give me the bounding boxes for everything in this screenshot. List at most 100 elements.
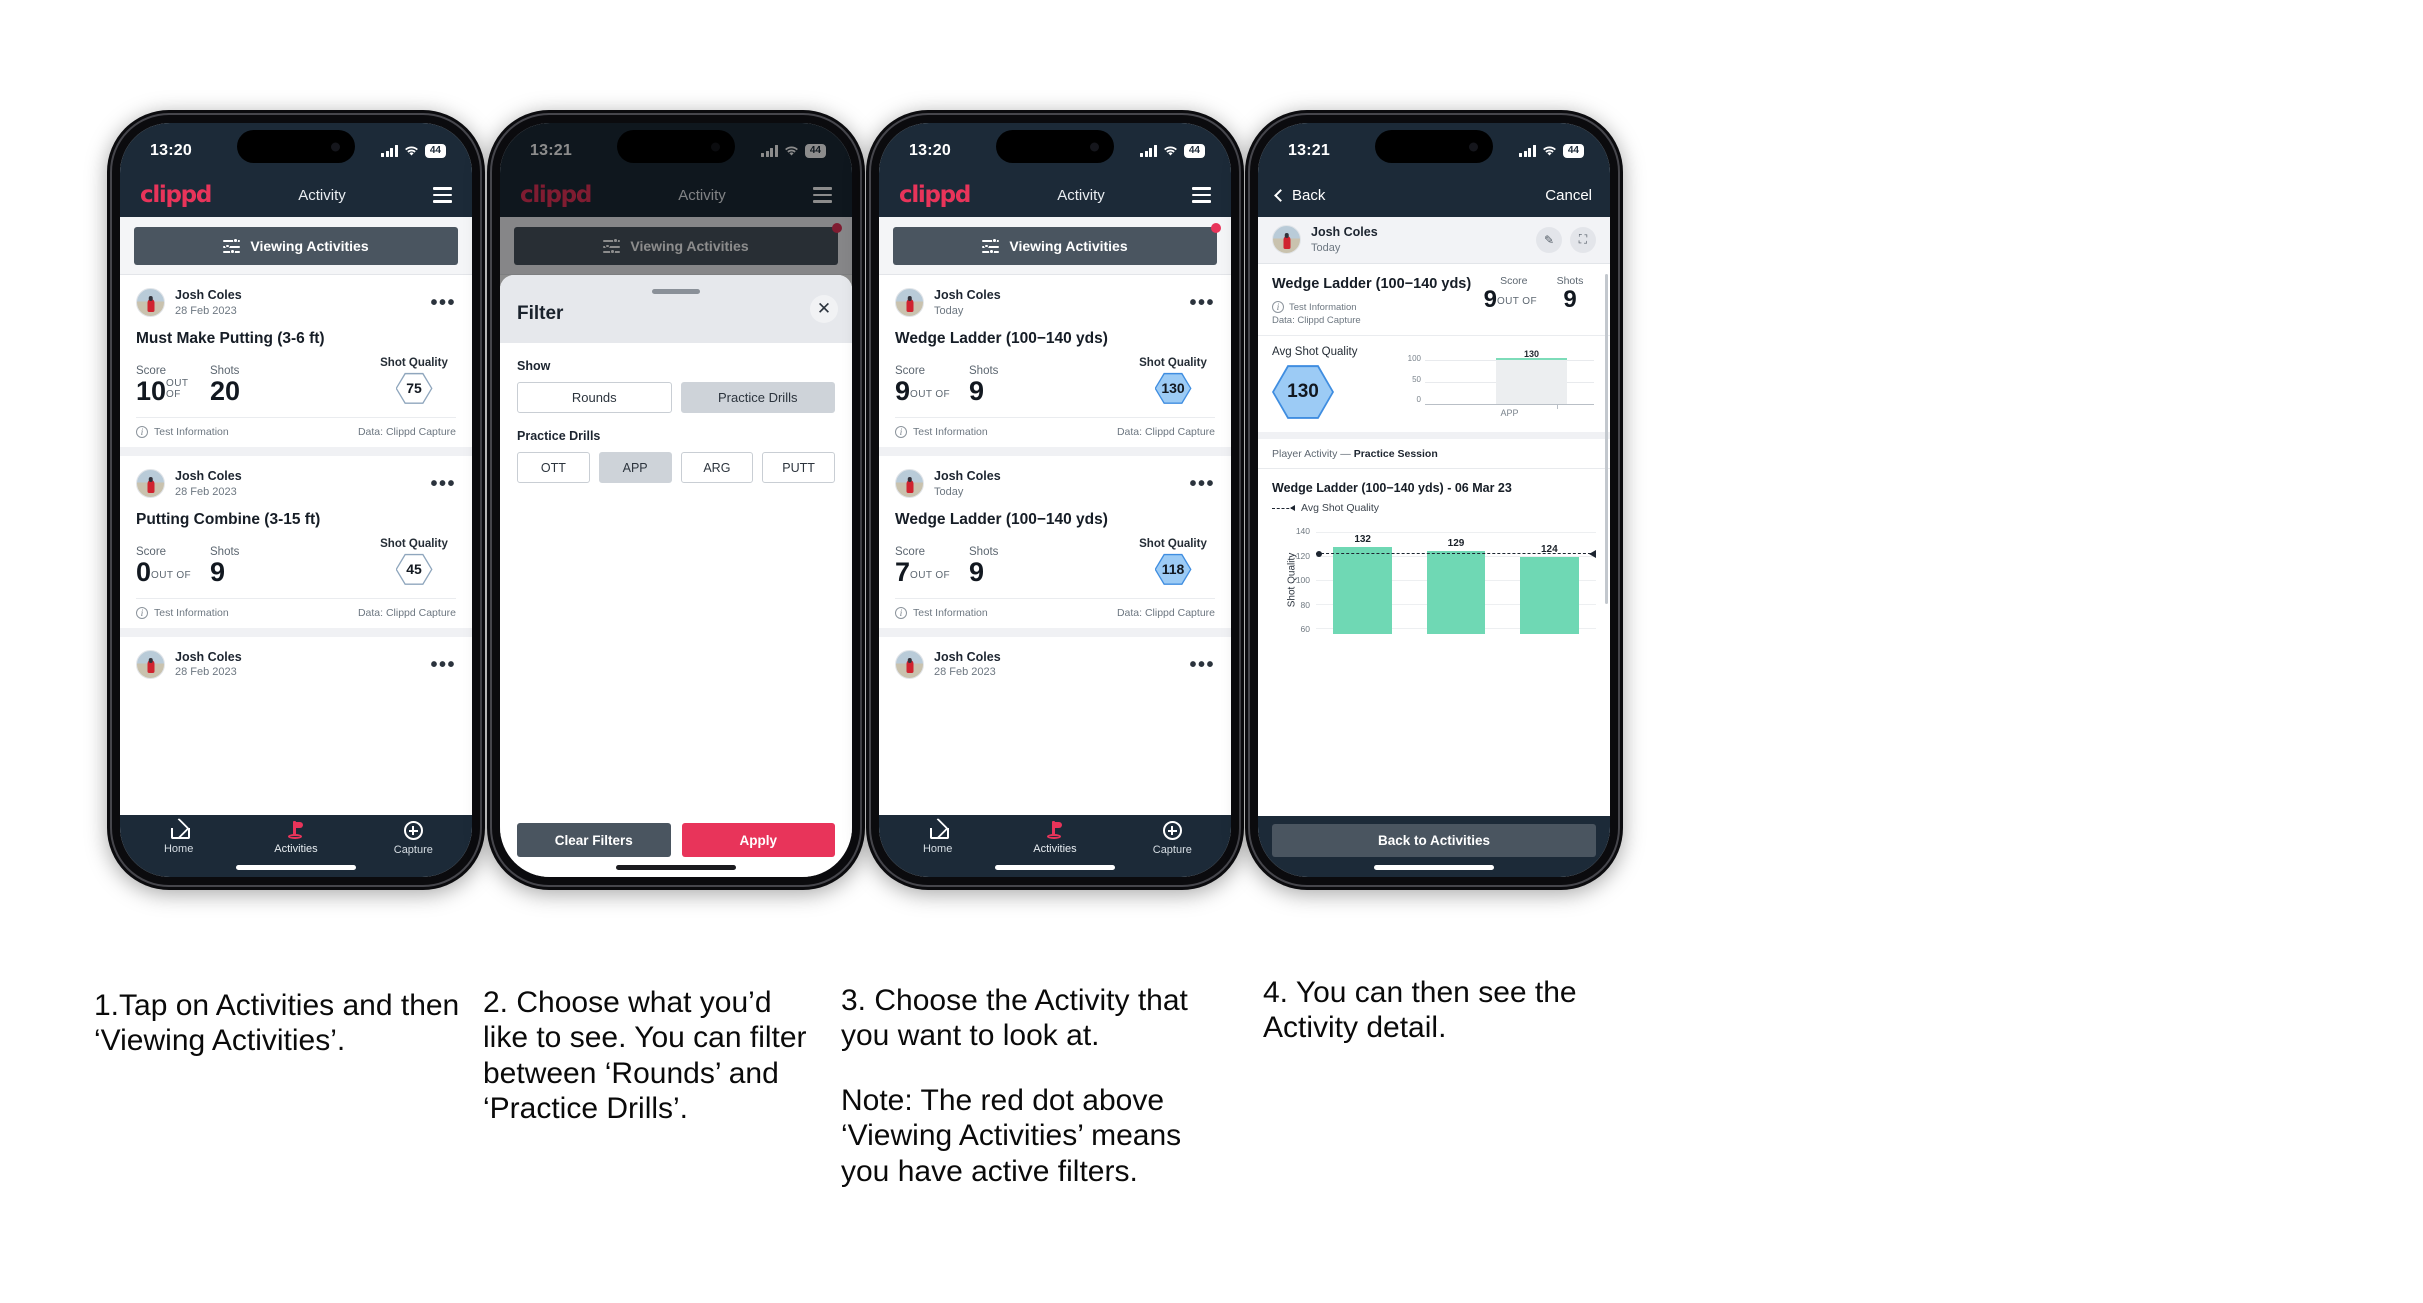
filter-option-rounds[interactable]: Rounds xyxy=(517,382,672,413)
test-information-label[interactable]: Test Information xyxy=(913,426,988,438)
filter-option-ott[interactable]: OTT xyxy=(517,452,590,483)
detail-data-source: Data: Clippd Capture xyxy=(1272,315,1361,327)
battery-indicator: 44 xyxy=(1183,144,1205,158)
section-divider xyxy=(1258,432,1610,440)
detail-test-information[interactable]: i Test Information xyxy=(1272,301,1484,314)
test-information-label[interactable]: Test Information xyxy=(154,607,229,619)
clear-filters-button[interactable]: Clear Filters xyxy=(517,823,671,857)
avatar xyxy=(895,469,924,499)
out-of-label: OUT OF xyxy=(910,569,951,581)
score-label: Score xyxy=(136,545,167,558)
card-overflow-menu-icon[interactable]: ••• xyxy=(430,293,456,313)
shots-value: 9 xyxy=(210,556,226,587)
shot-quality-stat: Shot Quality 45 xyxy=(372,538,456,586)
cancel-button[interactable]: Cancel xyxy=(1545,187,1592,204)
tab-home[interactable]: Home xyxy=(879,821,996,877)
activity-date: 28 Feb 2023 xyxy=(175,485,237,498)
menu-icon[interactable] xyxy=(432,187,452,203)
user-name: Josh Coles xyxy=(1311,225,1378,239)
shots-value: 20 xyxy=(210,375,241,406)
test-information-label[interactable]: Test Information xyxy=(154,426,229,438)
filter-option-putt[interactable]: PUTT xyxy=(762,452,835,483)
scrollbar-thumb[interactable] xyxy=(1605,273,1608,604)
test-information-label[interactable]: Test Information xyxy=(913,607,988,619)
activity-date: 28 Feb 2023 xyxy=(175,304,237,317)
home-indicator xyxy=(236,865,356,870)
detail-bottom-bar: Back to Activities xyxy=(1258,816,1610,877)
filter-option-practice-drills[interactable]: Practice Drills xyxy=(680,382,835,413)
tab-capture[interactable]: Capture xyxy=(1114,821,1231,877)
detail-scroll-area[interactable]: Wedge Ladder (100−140 yds) i Test Inform… xyxy=(1258,263,1610,816)
apply-button[interactable]: Apply xyxy=(681,823,835,857)
filter-sheet-header: Filter ✕ xyxy=(500,275,852,343)
tab-capture[interactable]: Capture xyxy=(355,821,472,877)
avatar xyxy=(895,650,924,680)
user-name: Josh Coles xyxy=(175,288,242,302)
data-source-label: Data: Clippd Capture xyxy=(1116,606,1215,619)
out-of-label: OUT OF xyxy=(910,388,951,400)
filter-option-arg[interactable]: ARG xyxy=(680,452,754,483)
player-activity-type: Practice Session xyxy=(1353,448,1438,461)
card-overflow-menu-icon[interactable]: ••• xyxy=(430,655,456,675)
shot-quality-value: 75 xyxy=(397,374,431,403)
filter-title: Filter xyxy=(517,302,564,324)
back-to-activities-button[interactable]: Back to Activities xyxy=(1272,824,1596,857)
mini-y-tick: 100 xyxy=(1407,354,1421,364)
activity-card[interactable]: Josh Coles 28 Feb 2023 ••• Must Make Put… xyxy=(120,275,472,456)
shots-stat: Shots 9 xyxy=(969,365,1131,405)
filter-sliders-icon xyxy=(223,238,241,254)
shots-label: Shots xyxy=(969,545,999,558)
close-icon[interactable]: ✕ xyxy=(810,295,838,323)
filter-option-arg-label: ARG xyxy=(703,460,731,475)
filter-option-app[interactable]: APP xyxy=(598,452,672,483)
card-overflow-menu-icon[interactable]: ••• xyxy=(1189,655,1215,675)
caption-step-4: 4. You can then see the Activity detail. xyxy=(1263,976,1577,1045)
filter-option-app-label: APP xyxy=(622,460,648,475)
score-label: Score xyxy=(136,364,167,377)
activity-list[interactable]: Josh Coles Today ••• Wedge Ladder (100−1… xyxy=(879,275,1231,815)
card-footer: i Test Information Data: Clippd Capture xyxy=(136,416,456,447)
clippd-logo[interactable]: clippd xyxy=(899,182,971,208)
wifi-icon xyxy=(1542,146,1556,156)
card-stats: Score 10 OUT OF Shots 20 Shot Quality 75 xyxy=(136,357,456,417)
home-indicator xyxy=(995,865,1115,870)
activity-card[interactable]: Josh Coles 28 Feb 2023 ••• xyxy=(879,637,1231,680)
status-indicators: 44 xyxy=(381,144,446,158)
activity-list[interactable]: Josh Coles 28 Feb 2023 ••• Must Make Put… xyxy=(120,275,472,815)
battery-indicator: 44 xyxy=(1562,144,1584,158)
activity-card[interactable]: Josh Coles 28 Feb 2023 ••• xyxy=(120,637,472,680)
activity-card[interactable]: Josh Coles Today ••• Wedge Ladder (100−1… xyxy=(879,275,1231,456)
avg-shot-quality-badge-block: Avg Shot Quality 130 xyxy=(1272,346,1377,420)
card-overflow-menu-icon[interactable]: ••• xyxy=(1189,474,1215,494)
shot-quality-bar-chart: Shot Quality 140 120 100 80 60 132 129 1… xyxy=(1272,526,1596,635)
expand-icon[interactable]: ⛶ xyxy=(1570,226,1596,253)
shots-label: Shots xyxy=(210,364,240,377)
y-tick: 80 xyxy=(1300,599,1310,610)
y-tick: 100 xyxy=(1295,575,1310,586)
shot-quality-value: 118 xyxy=(1156,555,1190,584)
filter-sheet: Filter ✕ Show Rounds Practice Drills Pra… xyxy=(500,275,852,877)
score-value: 10 xyxy=(136,375,167,406)
card-overflow-menu-icon[interactable]: ••• xyxy=(1189,293,1215,313)
tab-home[interactable]: Home xyxy=(120,821,237,877)
chart-legend: Avg Shot Quality xyxy=(1272,502,1596,514)
pencil-icon[interactable]: ✎ xyxy=(1536,226,1562,253)
score-stat: Score 9 OUT OF xyxy=(895,365,969,405)
back-button[interactable]: Back xyxy=(1274,187,1325,204)
score-stat: Score 0 OUT OF xyxy=(136,546,210,586)
menu-icon[interactable] xyxy=(1191,187,1211,203)
card-overflow-menu-icon[interactable]: ••• xyxy=(430,474,456,494)
user-name: Josh Coles xyxy=(934,468,1001,483)
viewing-activities-button[interactable]: Viewing Activities xyxy=(893,223,1221,265)
home-indicator xyxy=(1374,865,1494,870)
bar-1: 132 xyxy=(1333,534,1393,635)
activity-card[interactable]: Josh Coles 28 Feb 2023 ••• Putting Combi… xyxy=(120,456,472,637)
data-source-label: Data: Clippd Capture xyxy=(1116,425,1215,438)
viewing-activities-button[interactable]: Viewing Activities xyxy=(134,227,458,265)
drag-handle[interactable] xyxy=(652,289,700,294)
shots-value: 9 xyxy=(969,556,985,587)
clippd-logo[interactable]: clippd xyxy=(140,182,212,208)
wifi-icon xyxy=(404,146,418,156)
activity-card[interactable]: Josh Coles Today ••• Wedge Ladder (100−1… xyxy=(879,456,1231,637)
tutorial-sheet: 13:20 44 clippd Activity Viewing Activit… xyxy=(0,0,2423,1303)
